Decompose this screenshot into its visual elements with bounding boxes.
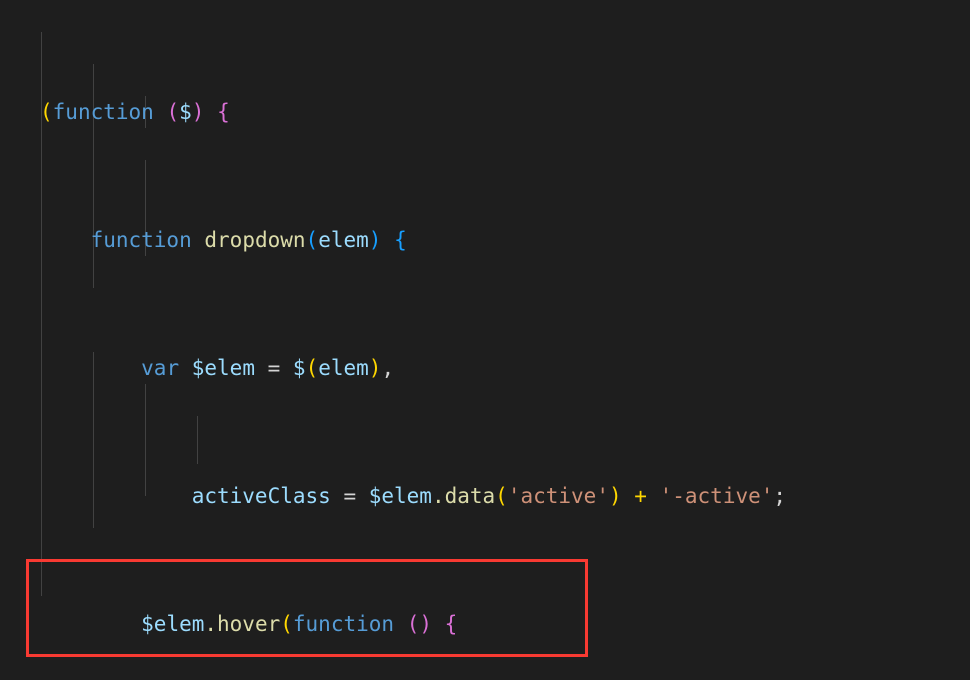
token-brace: { xyxy=(217,100,230,124)
token-paren: ( xyxy=(305,228,319,252)
token-brace: { xyxy=(394,228,407,252)
token-identifier-dollar: $ xyxy=(292,356,306,380)
token-paren: ) xyxy=(608,484,622,508)
token-paren: ( xyxy=(280,612,293,636)
token-string-active: 'active' xyxy=(507,484,609,508)
token-operator-plus: + xyxy=(634,484,647,508)
token-identifier-dollar: $ xyxy=(179,100,192,124)
token-keyword-function: function xyxy=(90,228,192,252)
token-paren: ( xyxy=(40,100,53,124)
token-keyword-function: function xyxy=(52,100,154,124)
token-paren: ( xyxy=(305,356,319,380)
token-operator-assign: = xyxy=(254,356,293,380)
token-paren: ) xyxy=(191,100,205,124)
code-line-2[interactable]: function dropdown(elem) { xyxy=(0,224,970,256)
token-function-name-dropdown: dropdown xyxy=(204,228,306,252)
code-line-4[interactable]: activeClass = $elem.data('active') + '-a… xyxy=(0,480,970,512)
token-identifier-dollar-elem: $elem xyxy=(141,612,205,636)
token-paren: ( xyxy=(495,484,508,508)
token-identifier-dollar-elem: $elem xyxy=(368,484,432,508)
token-paren: ) xyxy=(368,228,382,252)
token-paren: ( xyxy=(166,100,180,124)
code-line-1[interactable]: (function ($) { xyxy=(0,96,970,128)
token-string-dash-active: '-active' xyxy=(659,484,774,508)
code-line-3[interactable]: var $elem = $(elem), xyxy=(0,352,970,384)
token-identifier-dollar-elem: $elem xyxy=(191,356,255,380)
token-brace: { xyxy=(444,612,458,636)
token-semicolon: ; xyxy=(773,484,787,508)
token-keyword-function: function xyxy=(292,612,395,636)
token-comma: , xyxy=(381,356,395,380)
code-lines[interactable]: (function ($) { function dropdown(elem) … xyxy=(0,0,970,680)
token-method-data: .data xyxy=(431,484,496,508)
token-identifier-active-class: activeClass xyxy=(191,484,331,508)
token-method-hover: .hover xyxy=(204,612,281,636)
token-identifier-elem: elem xyxy=(318,228,369,252)
token-operator-assign: = xyxy=(330,484,369,508)
code-line-5[interactable]: $elem.hover(function () { xyxy=(0,608,970,640)
token-parens-empty: () xyxy=(406,612,432,636)
token-identifier-elem: elem xyxy=(318,356,369,380)
token-keyword-var: var xyxy=(141,356,180,380)
code-editor[interactable]: (function ($) { function dropdown(elem) … xyxy=(0,0,970,680)
token-paren: ) xyxy=(368,356,382,380)
